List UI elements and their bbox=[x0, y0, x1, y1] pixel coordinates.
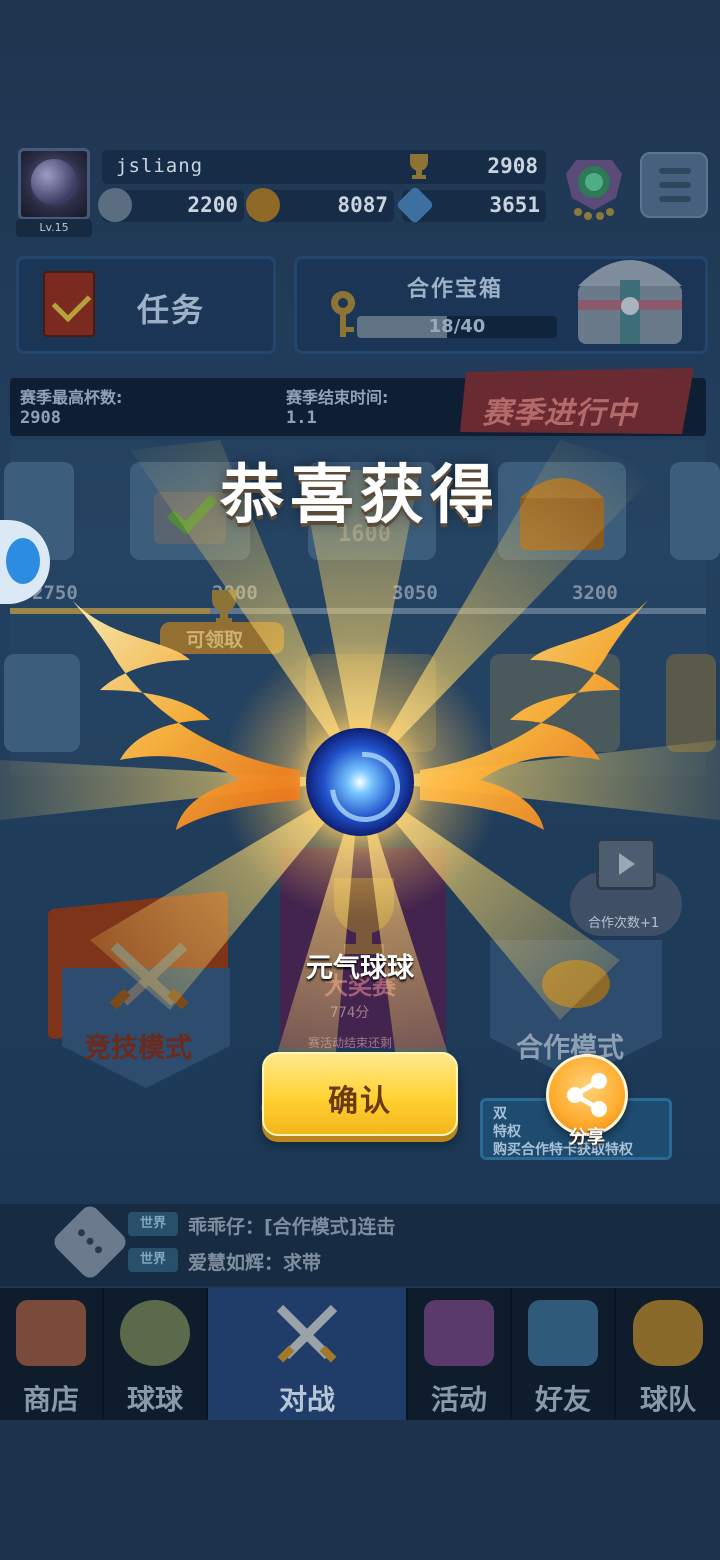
confirm-label: 确认 bbox=[328, 1084, 392, 1119]
share-label: 分享 bbox=[569, 1127, 605, 1148]
reward-item-name: 元气球球 bbox=[306, 953, 414, 984]
share-icon bbox=[567, 1073, 607, 1117]
share-button[interactable]: 分享 bbox=[546, 1054, 628, 1148]
reward-ball-icon bbox=[306, 728, 414, 836]
confirm-button[interactable]: 确认 bbox=[262, 1052, 458, 1136]
